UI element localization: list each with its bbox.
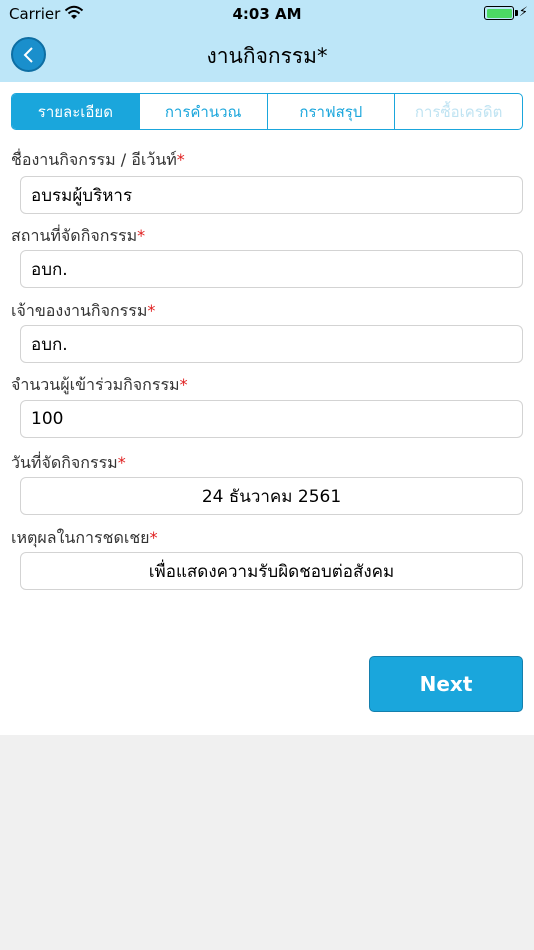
event-name-field[interactable]: อบรมผู้บริหาร bbox=[20, 176, 523, 214]
date-label: วันที่จัดกิจกรรม* bbox=[11, 453, 126, 472]
nav-header: Carrier 4:03 AM ⚡ งานกิจกรรม* bbox=[0, 0, 534, 82]
charging-bolt-icon: ⚡ bbox=[518, 5, 528, 20]
next-button[interactable]: Next bbox=[369, 656, 523, 712]
location-label: สถานที่จัดกิจกรรม* bbox=[11, 226, 146, 245]
page-title: งานกิจกรรม* bbox=[206, 44, 328, 68]
reason-picker[interactable]: เพื่อแสดงความรับผิดชอบต่อสังคม bbox=[20, 552, 523, 590]
reason-label: เหตุผลในการชดเชย* bbox=[11, 528, 158, 547]
event-name-label: ชื่องานกิจกรรม / อีเว้นท์* bbox=[11, 150, 185, 169]
battery-cap bbox=[515, 10, 518, 16]
clock: 4:03 AM bbox=[232, 5, 302, 23]
tab-details[interactable]: รายละเอียด bbox=[12, 94, 140, 129]
segmented-tabs: รายละเอียด การคำนวณ กราฟสรุป การซื้อเครด… bbox=[11, 93, 523, 130]
owner-label: เจ้าของงานกิจกรรม* bbox=[11, 301, 156, 320]
tab-calculation[interactable]: การคำนวณ bbox=[140, 94, 268, 129]
location-field[interactable]: อบก. bbox=[20, 250, 523, 288]
owner-field[interactable]: อบก. bbox=[20, 325, 523, 363]
participants-label: จำนวนผู้เข้าร่วมกิจกรรม* bbox=[11, 375, 188, 394]
form-panel: รายละเอียด การคำนวณ กราฟสรุป การซื้อเครด… bbox=[0, 82, 534, 735]
tab-summary-graph[interactable]: กราฟสรุป bbox=[268, 94, 396, 129]
date-picker[interactable]: 24 ธันวาคม 2561 bbox=[20, 477, 523, 515]
status-bar: Carrier 4:03 AM ⚡ bbox=[0, 0, 534, 28]
tab-buy-credit: การซื้อเครดิต bbox=[414, 102, 503, 121]
battery-icon bbox=[484, 6, 514, 20]
participants-field[interactable]: 100 bbox=[20, 400, 523, 438]
